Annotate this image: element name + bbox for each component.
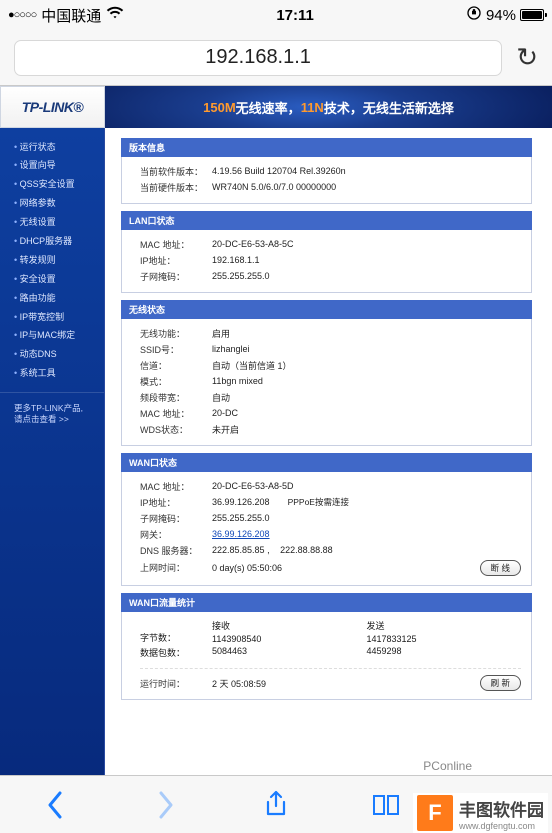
fw-value: 4.19.56 Build 120704 Rel.39260n [212, 166, 521, 176]
sidebar-item-tools[interactable]: 系统工具 [0, 365, 104, 384]
watermark-fengtu: F 丰图软件园www.dgfengtu.com [413, 793, 548, 833]
section-version: 当前软件版本：4.19.56 Build 120704 Rel.39260n 当… [121, 157, 532, 204]
wlan-wds-label: WDS状态： [140, 423, 212, 436]
sidebar-item-security[interactable]: 安全设置 [0, 270, 104, 289]
orientation-lock-icon [466, 5, 482, 25]
carrier-label: 中国联通 [41, 5, 101, 26]
signal-icon: ●○○○○ [8, 9, 36, 21]
wlan-channel-value: 自动（当前信道 1） [212, 359, 521, 372]
lan-mask-value: 255.255.255.0 [212, 271, 521, 281]
sidebar-item-forward[interactable]: 转发规则 [0, 251, 104, 270]
watermark-pconline: PConline [423, 759, 472, 773]
bookmarks-button[interactable] [358, 792, 414, 818]
pkts-label: 数据包数： [140, 645, 212, 660]
section-lan-head: LAN口状态 [121, 211, 532, 230]
sidebar-item-qss[interactable]: QSS安全设置 [0, 176, 104, 195]
wan-mac-value: 20-DC-E6-53-A8-5D [212, 481, 521, 491]
wlan-ssid-value: lizhanglei [212, 344, 521, 354]
lan-mask-label: 子网掩码： [140, 270, 212, 283]
battery-icon [520, 9, 544, 21]
wan-ip-label: IP地址： [140, 496, 212, 509]
status-content: 版本信息 当前软件版本：4.19.56 Build 120704 Rel.392… [105, 128, 552, 775]
wlan-enabled-label: 无线功能： [140, 327, 212, 340]
wan-gw-label: 网关： [140, 528, 212, 541]
sidebar-item-qos[interactable]: IP带宽控制 [0, 308, 104, 327]
wan-uptime-label: 上网时间： [140, 561, 212, 574]
safari-address-bar: 192.168.1.1 ↻ [0, 30, 552, 86]
section-lan: MAC 地址：20-DC-E6-53-A8-5C IP地址：192.168.1.… [121, 230, 532, 293]
lan-ip-value: 192.168.1.1 [212, 255, 521, 265]
wlan-bw-label: 频段带宽： [140, 391, 212, 404]
hw-value: WR740N 5.0/6.0/7.0 00000000 [212, 182, 521, 192]
reload-icon[interactable]: ↻ [516, 42, 538, 73]
ios-status-bar: ●○○○○ 中国联通 17:11 94% [0, 0, 552, 30]
battery-percent: 94% [486, 7, 516, 24]
share-button[interactable] [248, 790, 304, 820]
wan-uptime-value: 0 day(s) 05:50:06 [212, 563, 322, 573]
bytes-rx: 1143908540 [212, 633, 367, 645]
sidebar-item-ddns[interactable]: 动态DNS [0, 346, 104, 365]
wlan-mac-label: MAC 地址： [140, 407, 212, 420]
hw-label: 当前硬件版本： [140, 181, 212, 194]
wlan-mode-value: 11bgn mixed [212, 376, 521, 386]
section-traffic: 字节数： 数据包数： 接收 1143908540 5084463 发送 1417… [121, 612, 532, 700]
rx-col-head: 接收 [212, 618, 367, 633]
wan-mask-label: 子网掩码： [140, 512, 212, 525]
tplink-logo: TP-LINK® [0, 86, 105, 128]
wan-mask-value: 255.255.255.0 [212, 513, 521, 523]
sidebar-item-dhcp[interactable]: DHCP服务器 [0, 232, 104, 251]
forward-button[interactable] [138, 791, 194, 819]
wlan-channel-label: 信道： [140, 359, 212, 372]
router-header: TP-LINK® 150M无线速率，11N技术，无线生活新选择 [0, 86, 552, 128]
sidebar-item-network[interactable]: 网络参数 [0, 195, 104, 214]
watermark-fengtu-logo: F [417, 795, 453, 831]
sidebar-more-link[interactable]: 更多TP-LINK产品, 请点击查看 >> [0, 392, 104, 437]
refresh-button[interactable]: 刷 新 [480, 675, 521, 691]
section-wan-head: WAN口状态 [121, 453, 532, 472]
sidebar-item-ipmac[interactable]: IP与MAC绑定 [0, 327, 104, 346]
wifi-icon [106, 6, 124, 24]
fw-label: 当前软件版本： [140, 165, 212, 178]
wlan-enabled-value: 启用 [212, 327, 521, 340]
wlan-wds-value: 未开启 [212, 423, 521, 436]
lan-ip-label: IP地址： [140, 254, 212, 267]
section-wlan: 无线功能：启用 SSID号：lizhanglei 信道：自动（当前信道 1） 模… [121, 319, 532, 446]
sidebar-item-wireless[interactable]: 无线设置 [0, 214, 104, 233]
pkts-rx: 5084463 [212, 645, 367, 657]
wan-mac-label: MAC 地址： [140, 480, 212, 493]
url-field[interactable]: 192.168.1.1 [14, 40, 502, 76]
pkts-tx: 4459298 [367, 645, 522, 657]
section-version-head: 版本信息 [121, 138, 532, 157]
wlan-mac-value: 20-DC [212, 408, 521, 418]
wan-gw-value: 36.99.126.208 [212, 529, 521, 539]
wan-dns-label: DNS 服务器： [140, 544, 212, 557]
sidebar-item-wizard[interactable]: 设置向导 [0, 157, 104, 176]
disconnect-button[interactable]: 断 线 [480, 560, 521, 576]
wan-ip-value: 36.99.126.208PPPoE按需连接 [212, 496, 521, 508]
lan-mac-value: 20-DC-E6-53-A8-5C [212, 239, 521, 249]
bytes-label: 字节数： [140, 630, 212, 645]
section-traffic-head: WAN口流量统计 [121, 593, 532, 612]
runtime-label: 运行时间： [140, 677, 212, 690]
sidebar-item-routing[interactable]: 路由功能 [0, 289, 104, 308]
section-wlan-head: 无线状态 [121, 300, 532, 319]
bytes-tx: 1417833125 [367, 633, 522, 645]
sidebar-item-status[interactable]: 运行状态 [0, 138, 104, 157]
wlan-mode-label: 模式： [140, 375, 212, 388]
sidebar-nav: 运行状态 设置向导 QSS安全设置 网络参数 无线设置 DHCP服务器 转发规则… [0, 128, 105, 775]
wan-conn-type: PPPoE按需连接 [288, 497, 349, 507]
back-button[interactable] [27, 791, 83, 819]
lan-mac-label: MAC 地址： [140, 238, 212, 251]
wlan-bw-value: 自动 [212, 391, 521, 404]
runtime-value: 2 天 05:08:59 [212, 677, 322, 690]
page-viewport: TP-LINK® 150M无线速率，11N技术，无线生活新选择 运行状态 设置向… [0, 86, 552, 775]
wan-dns-value: 222.85.85.85 , 222.88.88.88 [212, 545, 521, 555]
clock: 17:11 [276, 7, 314, 24]
tx-col-head: 发送 [367, 618, 522, 633]
section-wan: MAC 地址：20-DC-E6-53-A8-5D IP地址：36.99.126.… [121, 472, 532, 586]
wlan-ssid-label: SSID号： [140, 343, 212, 356]
header-banner: 150M无线速率，11N技术，无线生活新选择 [105, 86, 552, 128]
